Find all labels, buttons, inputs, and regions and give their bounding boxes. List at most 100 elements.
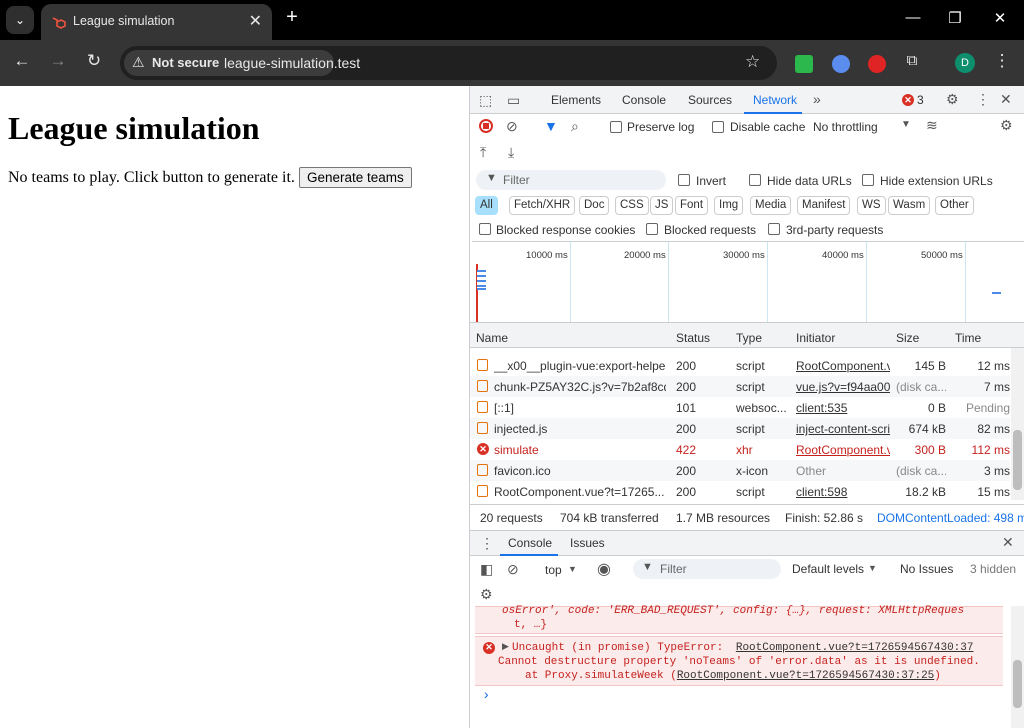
clear-console-icon[interactable]: ⊘ — [507, 561, 519, 578]
console-scrollbar-thumb[interactable] — [1013, 660, 1022, 708]
disable-cache-checkbox[interactable] — [712, 121, 724, 133]
close-devtools-icon[interactable]: ✕ — [1000, 91, 1012, 108]
tab-search-button[interactable]: ⌄ — [6, 6, 34, 34]
drawer-menu-icon[interactable]: ⋮ — [480, 535, 494, 552]
third-party-checkbox[interactable] — [768, 223, 780, 235]
console-settings-icon[interactable]: ⚙ — [480, 586, 493, 603]
table-scrollbar[interactable] — [1011, 348, 1024, 500]
tab-network[interactable]: Network — [753, 93, 797, 107]
cell-initiator[interactable]: vue.js?v=f94aa002 — [796, 380, 890, 394]
url-text[interactable]: league-simulation.test — [224, 55, 360, 71]
column-size[interactable]: Size — [896, 331, 919, 345]
type-filter-css[interactable]: CSS — [615, 196, 649, 215]
column-status[interactable]: Status — [676, 331, 710, 345]
console-error-message[interactable]: osError', code: 'ERR_BAD_REQUEST', confi… — [475, 605, 1003, 634]
network-filter-input[interactable]: ▼ Filter — [476, 170, 666, 190]
table-row[interactable]: injected.js 200 script inject-content-scri 6… — [470, 418, 1010, 439]
type-filter-fetch-xhr[interactable]: Fetch/XHR — [509, 196, 576, 215]
blocked-cookies-checkbox[interactable] — [479, 223, 491, 235]
close-tab-icon[interactable]: ✕ — [249, 11, 262, 31]
throttling-select[interactable]: No throttling — [813, 120, 878, 134]
browser-menu-icon[interactable]: ⋮ — [991, 51, 1013, 71]
cell-initiator[interactable]: RootComponent.v — [796, 443, 890, 457]
inspect-element-icon[interactable]: ⬚ — [479, 92, 492, 109]
column-time[interactable]: Time — [955, 331, 981, 345]
network-settings-icon[interactable]: ⚙ — [1000, 117, 1013, 134]
reload-icon[interactable]: ↻ — [83, 51, 105, 71]
hide-data-urls-checkbox[interactable] — [749, 174, 761, 186]
live-expression-eye-icon[interactable]: ◉ — [597, 559, 611, 579]
cell-initiator[interactable]: inject-content-scri — [796, 422, 890, 436]
error-count[interactable]: 3 — [917, 93, 924, 107]
column-name[interactable]: Name — [476, 331, 508, 345]
generate-teams-button[interactable]: Generate teams — [299, 167, 412, 188]
context-chevron-icon[interactable]: ▼ — [568, 564, 577, 574]
extension-blue-icon[interactable] — [832, 55, 850, 73]
scrollbar-thumb[interactable] — [1013, 430, 1022, 490]
extension-green-icon[interactable] — [795, 55, 813, 73]
settings-gear-icon[interactable]: ⚙ — [946, 91, 959, 108]
bookmark-star-icon[interactable]: ☆ — [745, 52, 760, 72]
type-filter-img[interactable]: Img — [714, 196, 744, 215]
hide-extension-urls-checkbox[interactable] — [862, 174, 874, 186]
column-type[interactable]: Type — [736, 331, 762, 345]
profile-avatar[interactable]: D — [955, 53, 975, 73]
type-filter-manifest[interactable]: Manifest — [797, 196, 851, 215]
throttling-chevron-icon[interactable]: ▼ — [901, 119, 911, 130]
close-window-icon[interactable]: ✕ — [990, 9, 1010, 27]
browser-tab[interactable]: League simulation ✕ — [41, 4, 272, 40]
tab-console[interactable]: Console — [622, 93, 666, 107]
table-row[interactable]: chunk-PZ5AY32C.js?v=7b2af8cd 200 script vue… — [470, 376, 1010, 397]
preserve-log-checkbox[interactable] — [610, 121, 622, 133]
network-conditions-icon[interactable]: ≋ — [926, 117, 938, 134]
extension-red-icon[interactable] — [868, 55, 886, 73]
log-levels-chevron-icon[interactable]: ▼ — [868, 563, 877, 573]
column-initiator[interactable]: Initiator — [796, 331, 835, 345]
console-prompt[interactable]: › — [482, 688, 490, 704]
console-error-message[interactable]: ✕ ▶ Uncaught (in promise) TypeError: Roo… — [475, 636, 1003, 686]
console-filter-input[interactable]: ▼ Filter — [633, 559, 781, 579]
context-select[interactable]: top — [545, 563, 562, 577]
type-filter-wasm[interactable]: Wasm — [888, 196, 931, 215]
drawer-tab-issues[interactable]: Issues — [570, 536, 605, 550]
table-row[interactable]: favicon.ico 200 x-icon Other (disk ca... 3 ms — [470, 460, 1010, 481]
cell-initiator[interactable]: client:535 — [796, 401, 890, 415]
stack-frame-link[interactable]: RootComponent.vue?t=1726594567430:37:25 — [677, 670, 934, 682]
search-icon[interactable]: ⌕ — [571, 118, 579, 135]
type-filter-js[interactable]: JS — [650, 196, 674, 215]
address-bar[interactable]: ⚠ Not secure league-simulation.test ☆ — [120, 46, 777, 80]
type-filter-doc[interactable]: Doc — [579, 196, 610, 215]
type-filter-other[interactable]: Other — [935, 196, 974, 215]
invert-checkbox[interactable] — [678, 174, 690, 186]
more-tabs-icon[interactable]: » — [813, 91, 821, 107]
import-har-icon[interactable]: ⤒ — [480, 144, 486, 161]
console-scrollbar[interactable] — [1011, 606, 1024, 728]
tab-elements[interactable]: Elements — [551, 93, 601, 107]
type-filter-all[interactable]: All — [475, 196, 498, 215]
device-toolbar-icon[interactable]: ▭ — [507, 92, 520, 109]
network-overview[interactable]: 10000 ms 20000 ms 30000 ms 40000 ms 5000… — [472, 241, 1024, 322]
blocked-requests-checkbox[interactable] — [646, 223, 658, 235]
sidebar-toggle-icon[interactable]: ◧ — [480, 561, 493, 578]
cell-initiator[interactable]: Other — [796, 464, 890, 478]
close-drawer-icon[interactable]: ✕ — [1002, 534, 1014, 551]
table-row[interactable]: __x00__plugin-vue:export-helper 200 script… — [470, 355, 1010, 376]
error-count-icon[interactable]: ✕ — [902, 94, 914, 106]
cell-initiator[interactable]: client:598 — [796, 485, 890, 499]
type-filter-font[interactable]: Font — [675, 196, 709, 215]
back-icon[interactable]: ← — [11, 51, 33, 71]
minimize-icon[interactable]: — — [903, 9, 923, 26]
log-levels-select[interactable]: Default levels — [792, 562, 864, 576]
table-row[interactable]: [::1] 101 websoc... client:535 0 B Pending — [470, 397, 1010, 418]
extensions-puzzle-icon[interactable]: ⧉ — [901, 52, 923, 69]
drawer-tab-console[interactable]: Console — [508, 536, 552, 550]
cell-initiator[interactable]: RootComponent.v — [796, 359, 890, 373]
clear-icon[interactable]: ⊘ — [506, 118, 518, 135]
issues-counter[interactable]: No Issues — [900, 562, 953, 576]
forward-icon[interactable]: → — [47, 51, 69, 71]
devtools-menu-icon[interactable]: ⋮ — [976, 91, 990, 108]
table-row[interactable]: RootComponent.vue?t=17265... 200 script cli… — [470, 481, 1010, 502]
error-source-link[interactable]: RootComponent.vue?t=1726594567430:37 — [736, 642, 974, 654]
type-filter-media[interactable]: Media — [750, 196, 792, 215]
filter-funnel-icon[interactable]: ▼ — [544, 118, 558, 134]
